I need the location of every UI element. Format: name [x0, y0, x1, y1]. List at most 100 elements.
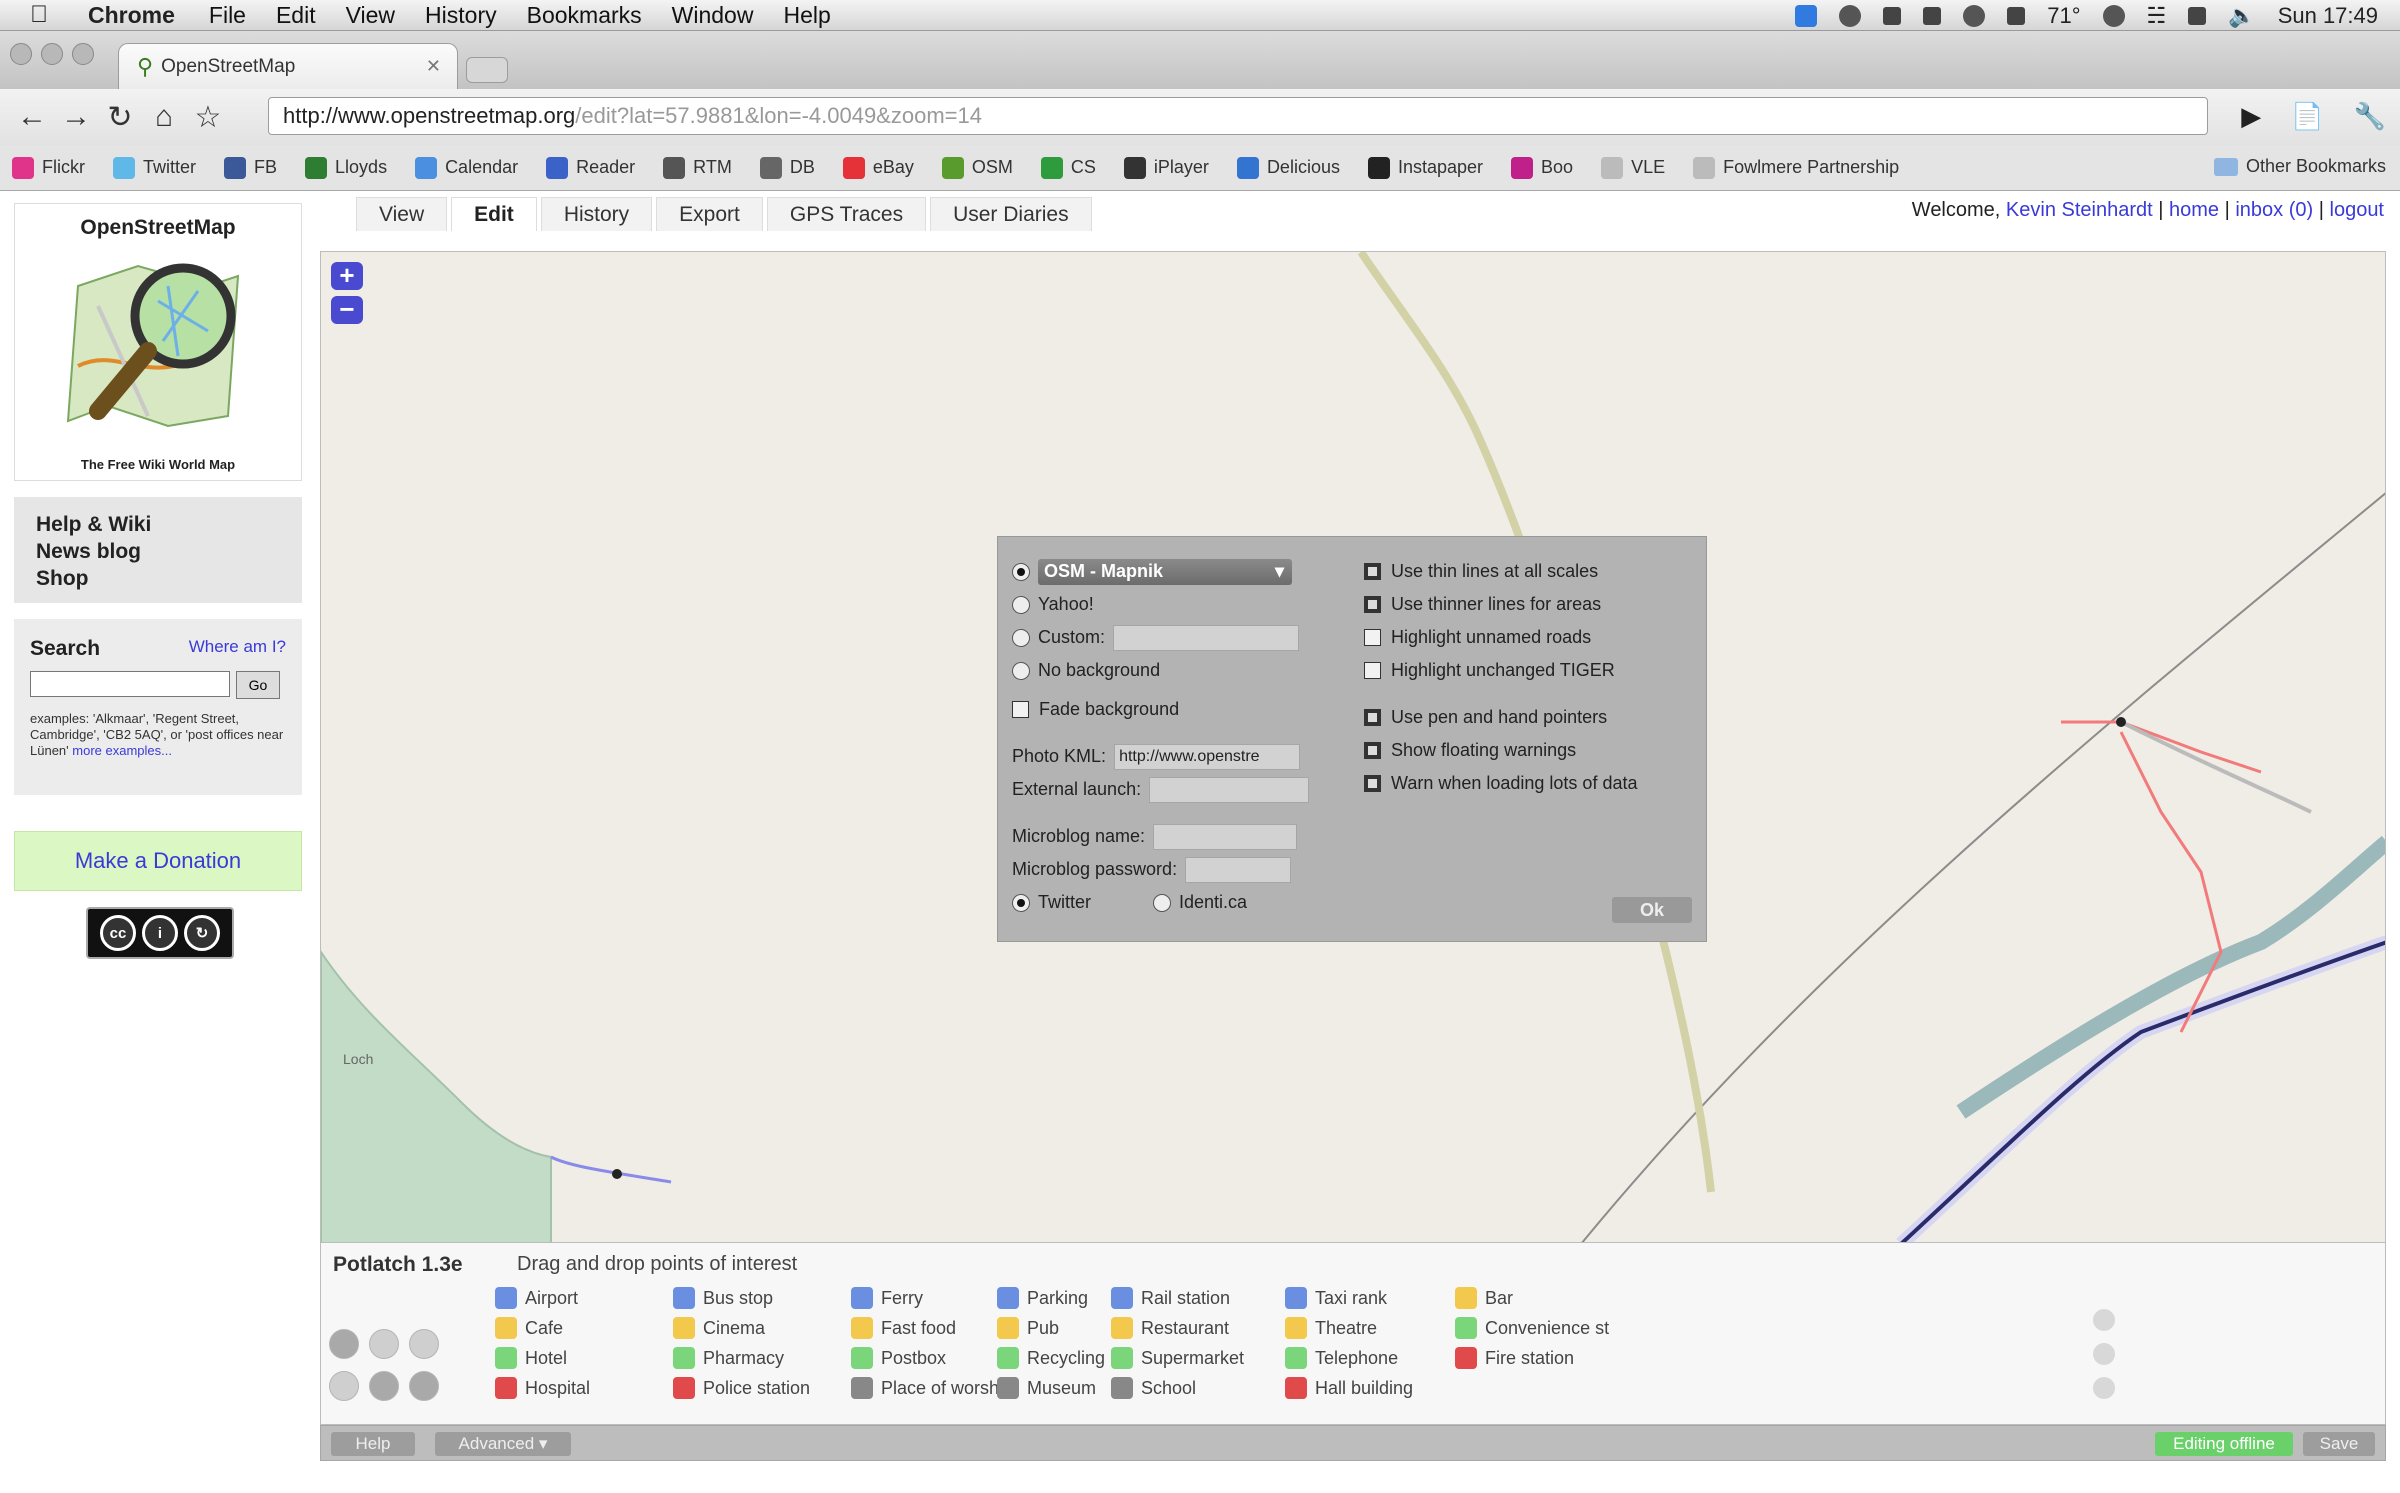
poi-item[interactable]: Hospital — [495, 1373, 590, 1403]
user-name-link[interactable]: Kevin Steinhardt — [2006, 199, 2153, 221]
background-radio-yahoo[interactable] — [1012, 595, 1030, 614]
poi-item[interactable]: Police station — [673, 1373, 810, 1403]
menu-edit[interactable]: Edit — [276, 2, 316, 29]
logout-link[interactable]: logout — [2330, 199, 2385, 221]
poi-item[interactable]: Airport — [495, 1283, 590, 1313]
poi-item[interactable]: Fast food — [851, 1313, 1013, 1343]
zoom-window-button[interactable] — [72, 43, 94, 65]
poi-item[interactable]: Bus stop — [673, 1283, 810, 1313]
microblog-name-field[interactable] — [1153, 823, 1298, 850]
poi-item[interactable]: School — [1111, 1373, 1244, 1403]
dropbox-icon[interactable] — [1795, 4, 1818, 27]
delete-tool-icon[interactable] — [329, 1329, 359, 1359]
bookmark-item[interactable]: FB — [224, 156, 277, 179]
poi-item[interactable]: Ferry — [851, 1283, 1013, 1313]
background-radio-mapnik[interactable] — [1012, 562, 1030, 581]
poi-item[interactable]: Taxi rank — [1285, 1283, 1413, 1313]
bluetooth-icon[interactable] — [1963, 4, 1986, 27]
go-arrow-icon[interactable]: ▶ — [2241, 101, 2261, 132]
bookmark-item[interactable]: Boo — [1511, 156, 1573, 179]
scroll-dot[interactable] — [2093, 1377, 2115, 1399]
poi-item[interactable]: Pharmacy — [673, 1343, 810, 1373]
poi-item[interactable]: Hall building — [1285, 1373, 1413, 1403]
poi-item[interactable]: Pub — [997, 1313, 1105, 1343]
tool-icon[interactable] — [369, 1329, 399, 1359]
bookmark-item[interactable]: Delicious — [1236, 156, 1340, 179]
menu-file[interactable]: File — [209, 2, 246, 29]
zoom-out-button[interactable]: − — [331, 296, 363, 324]
menu-history[interactable]: History — [425, 2, 497, 29]
photo-kml-field[interactable]: http://www.openstre — [1114, 743, 1301, 770]
cc-license-badge[interactable]: cc i ↻ — [86, 907, 234, 959]
tab-user-diaries[interactable]: User Diaries — [930, 197, 1092, 231]
tab-view[interactable]: View — [356, 197, 448, 231]
menu-clock[interactable]: Sun 17:49 — [2278, 3, 2378, 29]
fade-background-checkbox[interactable] — [1012, 701, 1029, 718]
tool-icon[interactable] — [409, 1371, 439, 1401]
volume-icon[interactable]: 🔈 — [2228, 3, 2255, 29]
potlatch-map-canvas[interactable]: Loch + − OSM - Mapnik ▾ Yahoo! Custom: N… — [320, 251, 2386, 1243]
wifi-icon[interactable]: ☵ — [2147, 3, 2167, 29]
poi-item[interactable]: Bar — [1455, 1283, 1609, 1313]
service-radio-twitter[interactable] — [1012, 893, 1030, 912]
donate-button[interactable]: Make a Donation — [14, 831, 302, 891]
poi-item[interactable]: Museum — [997, 1373, 1105, 1403]
poi-item[interactable]: Recycling — [997, 1343, 1105, 1373]
wrench-menu-icon[interactable]: 🔧 — [2354, 101, 2386, 132]
menu-window[interactable]: Window — [672, 2, 754, 29]
poi-item[interactable]: Supermarket — [1111, 1343, 1244, 1373]
refresh-status-icon[interactable] — [2102, 4, 2125, 27]
poi-item[interactable]: Hotel — [495, 1343, 590, 1373]
bookmark-item[interactable]: Lloyds — [305, 156, 387, 179]
time-machine-icon[interactable] — [1839, 4, 1862, 27]
poi-item[interactable]: Place of worship — [851, 1373, 1013, 1403]
news-blog-link[interactable]: News blog — [36, 538, 302, 565]
advanced-button[interactable]: Advanced ▾ — [435, 1432, 571, 1456]
tool-icon[interactable] — [409, 1329, 439, 1359]
microblog-password-field[interactable] — [1185, 856, 1292, 883]
background-radio-none[interactable] — [1012, 661, 1030, 680]
bookmark-item[interactable]: RTM — [663, 156, 732, 179]
poi-item[interactable]: Theatre — [1285, 1313, 1413, 1343]
evernote-icon[interactable] — [1923, 6, 1942, 25]
bookmark-item[interactable]: Flickr — [12, 156, 85, 179]
scroll-dot[interactable] — [2093, 1343, 2115, 1365]
bookmark-item[interactable]: Instapaper — [1367, 156, 1483, 179]
bookmark-item[interactable]: Fowlmere Partnership — [1693, 156, 1899, 179]
help-button[interactable]: Help — [331, 1432, 415, 1456]
bookmark-item[interactable]: VLE — [1601, 156, 1665, 179]
home-icon[interactable]: ⌂ — [142, 100, 186, 134]
osm-logo-box[interactable]: OpenStreetMap The Free Wiki World Map — [14, 203, 302, 481]
tab-gps-traces[interactable]: GPS Traces — [766, 197, 927, 231]
bookmark-item[interactable]: eBay — [842, 156, 914, 179]
tool-icon[interactable] — [329, 1371, 359, 1401]
editing-status-badge[interactable]: Editing offline — [2155, 1432, 2293, 1456]
more-examples-link[interactable]: more examples... — [72, 743, 172, 758]
custom-background-field[interactable] — [1113, 624, 1300, 651]
option-checkbox[interactable] — [1364, 709, 1381, 726]
bookmark-star-icon[interactable]: ☆ — [186, 100, 230, 135]
tab-export[interactable]: Export — [656, 197, 763, 231]
forward-arrow-icon[interactable]: → — [54, 100, 98, 134]
close-tab-icon[interactable]: ✕ — [426, 56, 441, 77]
poi-item[interactable]: Telephone — [1285, 1343, 1413, 1373]
poi-item[interactable]: Restaurant — [1111, 1313, 1244, 1343]
home-link[interactable]: home — [2169, 199, 2219, 221]
poi-item[interactable]: Parking — [997, 1283, 1105, 1313]
option-checkbox[interactable] — [1364, 629, 1381, 646]
ok-button[interactable]: Ok — [1612, 897, 1692, 923]
search-go-button[interactable]: Go — [236, 671, 280, 699]
menu-bookmarks[interactable]: Bookmarks — [527, 2, 642, 29]
bookmark-item[interactable]: DB — [759, 156, 815, 179]
flag-icon[interactable] — [2188, 6, 2207, 25]
external-launch-field[interactable] — [1149, 776, 1310, 803]
back-arrow-icon[interactable]: ← — [10, 100, 54, 134]
option-checkbox[interactable] — [1364, 596, 1381, 613]
background-radio-custom[interactable] — [1012, 628, 1030, 647]
minimize-window-button[interactable] — [41, 43, 63, 65]
menu-view[interactable]: View — [346, 2, 395, 29]
inbox-link[interactable]: inbox (0) — [2235, 199, 2313, 221]
bookmark-item[interactable]: OSM — [941, 156, 1013, 179]
poi-item[interactable]: Fire station — [1455, 1343, 1609, 1373]
bookmark-item[interactable]: iPlayer — [1123, 156, 1209, 179]
